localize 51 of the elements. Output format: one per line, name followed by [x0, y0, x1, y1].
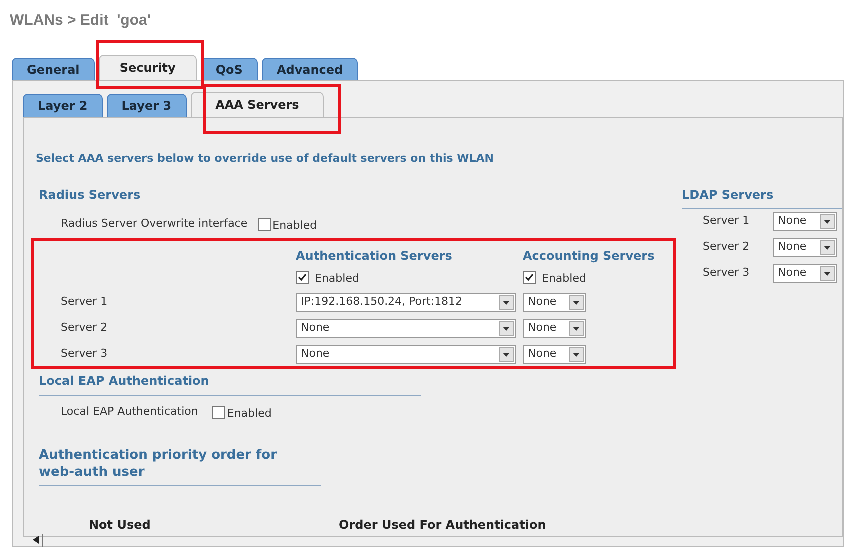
column-heading: Order Used For Authentication	[339, 516, 546, 534]
caret-icon	[499, 321, 514, 336]
column-heading: Authentication Servers	[296, 248, 454, 264]
dropdown[interactable]: None	[523, 319, 586, 338]
checkbox-label: Enabled	[227, 406, 272, 422]
section-heading: LDAP Servers	[682, 186, 842, 208]
checkbox-label: Enabled	[272, 218, 318, 234]
dropdown[interactable]: None	[296, 345, 516, 364]
field-label: Server 2	[61, 320, 109, 336]
checkbox-label: Enabled	[542, 270, 586, 287]
checkbox[interactable]	[523, 271, 536, 284]
field-label: Radius Server Overwrite interface	[61, 216, 248, 232]
tab[interactable]: General	[12, 58, 95, 80]
page-title: WLANs > Edit 'goa'	[9, 11, 152, 31]
caret-icon	[569, 347, 584, 362]
tab[interactable]: Security	[98, 55, 197, 80]
dropdown[interactable]: None	[773, 264, 837, 283]
caret-icon	[499, 295, 514, 310]
dropdown[interactable]: None	[773, 212, 837, 231]
section-heading: Authentication priority order for web-auth user	[39, 446, 321, 486]
field-label: Local EAP Authentication	[61, 404, 198, 420]
field-label: Server 3	[703, 265, 751, 282]
checkbox[interactable]	[212, 406, 226, 419]
caret-icon	[820, 214, 835, 229]
tab[interactable]: Advanced	[262, 58, 358, 80]
dropdown[interactable]: None	[773, 238, 837, 257]
tab[interactable]: Layer 2	[23, 94, 103, 117]
dropdown[interactable]: IP:192.168.150.24, Port:1812	[296, 293, 516, 312]
caret-icon	[569, 321, 584, 336]
checkbox[interactable]	[258, 218, 271, 231]
caret-icon	[569, 295, 584, 310]
caret-icon	[820, 266, 835, 281]
intro-text: Select AAA servers below to override use of default servers on this WLAN	[36, 151, 495, 167]
section-heading: Radius Servers	[39, 186, 142, 204]
caret-icon	[820, 240, 835, 255]
dropdown[interactable]: None	[523, 345, 586, 364]
dropdown[interactable]: None	[296, 319, 516, 338]
section-heading: Local EAP Authentication	[39, 372, 421, 396]
dropdown[interactable]: None	[523, 293, 586, 312]
field-label: Server 3	[61, 346, 109, 362]
column-heading: Accounting Servers	[523, 248, 655, 264]
checkbox[interactable]	[296, 271, 309, 284]
caret-icon	[499, 347, 514, 362]
field-label: Server 1	[61, 294, 109, 310]
tab[interactable]: Layer 3	[106, 94, 187, 117]
field-label: Server 1	[703, 213, 751, 230]
tab[interactable]: AAA Servers	[190, 92, 324, 117]
left-arrow-icon[interactable]	[33, 536, 39, 544]
field-label: Server 2	[703, 239, 751, 256]
checkbox-label: Enabled	[315, 270, 360, 287]
column-heading: Not Used	[89, 516, 152, 534]
